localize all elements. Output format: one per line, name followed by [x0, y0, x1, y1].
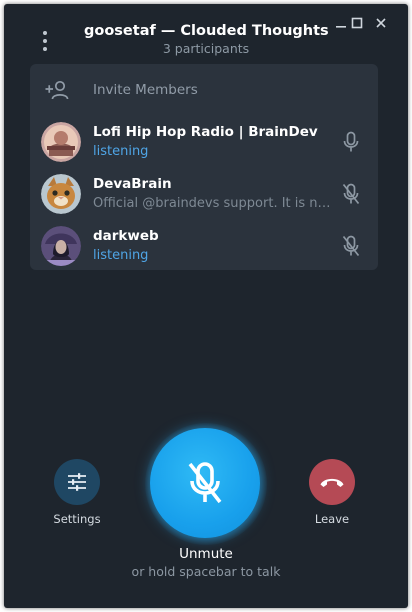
- participants-panel: Invite Members Lofi Hip Hop Radio | Brai…: [30, 64, 378, 270]
- menu-dot: [43, 47, 47, 51]
- close-icon: [376, 18, 386, 28]
- unmute-label: Unmute: [179, 546, 233, 562]
- voice-chat-window: goosetaf — Clouded Thoughts 3 participan…: [4, 4, 408, 608]
- mic-off-icon[interactable]: [342, 183, 360, 205]
- spacebar-hint: or hold spacebar to talk: [131, 564, 281, 579]
- menu-dot: [43, 39, 47, 43]
- participant-status: listening: [93, 144, 149, 159]
- leave-button[interactable]: [309, 459, 355, 505]
- participant-row-lofi[interactable]: Lofi Hip Hop Radio | BrainDev listening: [30, 117, 378, 169]
- minimize-icon: [336, 26, 346, 28]
- add-user-icon: [45, 80, 69, 100]
- participant-name: DevaBrain: [93, 176, 172, 192]
- mic-icon[interactable]: [342, 131, 360, 153]
- header: goosetaf — Clouded Thoughts 3 participan…: [84, 22, 329, 57]
- close-button[interactable]: [372, 14, 390, 32]
- invite-members-label: Invite Members: [93, 82, 198, 98]
- participant-name: Lofi Hip Hop Radio | BrainDev: [93, 124, 318, 140]
- participant-row-devabrain[interactable]: DevaBrain Official @braindevs support. I…: [30, 169, 378, 221]
- participant-name: darkweb: [93, 228, 159, 244]
- participant-status: Official @braindevs support. It is neve.…: [93, 196, 333, 211]
- more-options-button[interactable]: [38, 28, 52, 54]
- unmute-button[interactable]: [150, 428, 260, 538]
- mic-off-icon: [188, 462, 222, 504]
- leave-label: Leave: [314, 512, 350, 526]
- mic-off-icon[interactable]: [342, 235, 360, 257]
- hang-up-icon: [320, 478, 344, 487]
- participant-row-darkweb[interactable]: darkweb listening: [30, 221, 378, 273]
- avatar: [41, 122, 81, 162]
- settings-sliders-icon: [68, 473, 86, 491]
- participant-status: listening: [93, 248, 149, 263]
- maximize-icon: [351, 17, 363, 29]
- settings-label: Settings: [53, 512, 101, 526]
- settings-button[interactable]: [54, 459, 100, 505]
- maximize-button[interactable]: [348, 14, 366, 32]
- avatar: [41, 226, 81, 266]
- chat-title: goosetaf — Clouded Thoughts: [84, 23, 329, 39]
- avatar: [41, 174, 81, 214]
- participant-count: 3 participants: [162, 41, 250, 56]
- menu-dot: [43, 31, 47, 35]
- invite-members-button[interactable]: Invite Members: [30, 64, 378, 116]
